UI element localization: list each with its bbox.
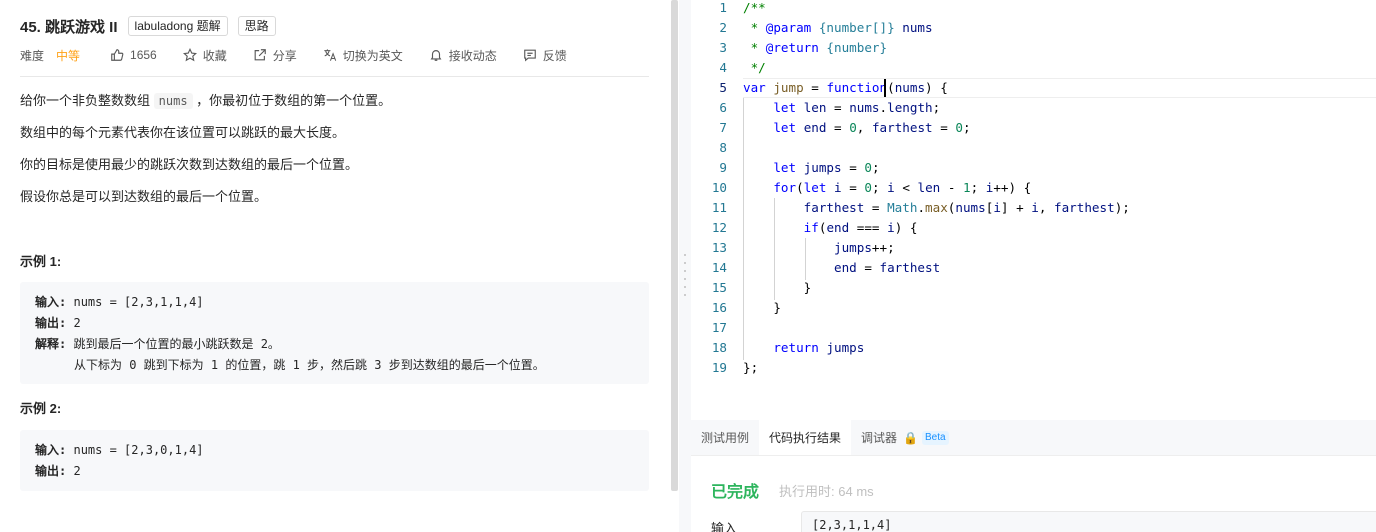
code-line: 9 let jumps = 0; bbox=[719, 160, 880, 175]
code-line-active: 5 var jump = function(nums) { bbox=[719, 80, 948, 95]
problem-title-row: 45. 跳跃游戏 II labuladong 题解 思路 bbox=[20, 14, 286, 38]
description-text: ，你最初位于数组的第一个位置。 bbox=[196, 93, 392, 108]
tag-labuladong[interactable]: labuladong 题解 bbox=[127, 16, 228, 36]
thumbs-up-icon bbox=[110, 48, 124, 62]
problem-meta-row: 难度 中等 1656 收藏 分享 切换为英文 接收动态 反馈 bbox=[20, 46, 593, 64]
problem-title: 45. 跳跃游戏 II bbox=[20, 18, 118, 36]
code-line: 19}; bbox=[711, 360, 759, 375]
input-label: 输入 bbox=[711, 521, 738, 532]
difficulty-label: 难度 bbox=[20, 48, 45, 63]
run-status: 已完成 bbox=[711, 484, 760, 501]
splitter-grip-dot bbox=[684, 294, 686, 296]
difficulty-badge: 中等 bbox=[56, 48, 81, 63]
code-line: 12 if(end === i) { bbox=[711, 220, 918, 235]
example-2-title: 示例 2: bbox=[20, 401, 62, 416]
splitter-grip-dot bbox=[684, 270, 686, 272]
feedback-button[interactable]: 反馈 bbox=[523, 47, 567, 64]
example-2-box: 输入: nums = [2,3,0,1,4] 输出: 2 bbox=[20, 430, 649, 491]
switch-language-button[interactable]: 切换为英文 bbox=[323, 47, 403, 64]
code-line: 13 jumps++; bbox=[711, 240, 895, 255]
code-line: 4 */ bbox=[719, 60, 766, 75]
code-line: 3 * @return {number} bbox=[719, 40, 888, 55]
code-line: 7 let end = 0, farthest = 0; bbox=[719, 120, 971, 135]
console-tabs: 测试用例 代码执行结果 调试器 🔒 Beta bbox=[691, 420, 1376, 456]
feedback-label: 反馈 bbox=[542, 48, 567, 63]
tab-debugger[interactable]: 调试器 🔒 Beta bbox=[851, 420, 959, 455]
problem-description-panel: 45. 跳跃游戏 II labuladong 题解 思路 难度 中等 1656 … bbox=[0, 0, 668, 532]
example-2-output: 输出: 2 bbox=[35, 464, 81, 478]
code-line: 2 * @param {number[]} nums bbox=[719, 20, 933, 35]
feedback-icon bbox=[523, 48, 537, 62]
console-panel: 测试用例 代码执行结果 调试器 🔒 Beta 已完成 执行用时: 64 ms 输… bbox=[691, 420, 1376, 532]
text-cursor bbox=[884, 79, 886, 97]
subscribe-label: 接收动态 bbox=[448, 48, 497, 63]
star-icon bbox=[182, 48, 197, 62]
favorite-label: 收藏 bbox=[202, 48, 227, 63]
like-count: 1656 bbox=[130, 48, 157, 62]
tab-testcase[interactable]: 测试用例 bbox=[691, 420, 759, 455]
example-1-input: 输入: nums = [2,3,1,1,4] bbox=[35, 295, 204, 309]
code-line: 18 return jumps bbox=[711, 340, 865, 355]
pane-splitter[interactable] bbox=[679, 0, 691, 532]
share-label: 分享 bbox=[272, 48, 297, 63]
tag-hint[interactable]: 思路 bbox=[237, 16, 276, 36]
lock-icon: 🔒 bbox=[903, 430, 918, 445]
splitter-grip-dot bbox=[684, 262, 686, 264]
code-editor[interactable]: 1/** 2 * @param {number[]} nums 3 * @ret… bbox=[691, 0, 1376, 420]
code-line: 11 farthest = Math.max(nums[i] + i, fart… bbox=[711, 200, 1130, 215]
input-value-box: [2,3,1,1,4] bbox=[801, 511, 1376, 532]
description-paragraph-2: 数组中的每个元素代表你在该位置可以跳跃的最大长度。 bbox=[20, 125, 346, 140]
description-paragraph-3: 你的目标是使用最少的跳跃次数到达数组的最后一个位置。 bbox=[20, 157, 359, 172]
code-line: 17 bbox=[711, 320, 727, 335]
example-1-title: 示例 1: bbox=[20, 254, 62, 269]
inline-code-nums: nums bbox=[153, 93, 193, 109]
divider bbox=[20, 76, 649, 77]
example-1-explanation-2: 从下标为 0 跳到下标为 1 的位置，跳 1 步，然后跳 3 步到达数组的最后一… bbox=[74, 358, 545, 372]
description-paragraph-4: 假设你总是可以到达数组的最后一个位置。 bbox=[20, 189, 268, 204]
example-2-input: 输入: nums = [2,3,0,1,4] bbox=[35, 443, 204, 457]
run-time: 执行用时: 64 ms bbox=[779, 484, 874, 499]
code-line: 1/** bbox=[719, 0, 766, 15]
example-1-output: 输出: 2 bbox=[35, 316, 81, 330]
translate-icon bbox=[323, 48, 337, 62]
splitter-grip-dot bbox=[684, 278, 686, 280]
example-1-box: 输入: nums = [2,3,1,1,4] 输出: 2 解释: 跳到最后一个位… bbox=[20, 282, 649, 384]
switch-language-label: 切换为英文 bbox=[342, 48, 403, 63]
favorite-button[interactable]: 收藏 bbox=[182, 47, 227, 64]
description-scrollbar[interactable] bbox=[671, 0, 678, 491]
code-line: 15 } bbox=[711, 280, 812, 295]
code-line: 8 bbox=[719, 140, 727, 155]
beta-badge: Beta bbox=[922, 430, 949, 445]
share-icon bbox=[253, 48, 267, 62]
code-line: 10 for(let i = 0; i < len - 1; i++) { bbox=[711, 180, 1032, 195]
like-button[interactable]: 1656 bbox=[110, 48, 157, 62]
splitter-grip-dot bbox=[684, 286, 686, 288]
code-line: 6 let len = nums.length; bbox=[719, 100, 941, 115]
splitter-grip-dot bbox=[684, 254, 686, 256]
code-line: 14 end = farthest bbox=[711, 260, 941, 275]
description-paragraph-1: 给你一个非负整数数组 nums ，你最初位于数组的第一个位置。 bbox=[20, 91, 391, 111]
share-button[interactable]: 分享 bbox=[253, 47, 297, 64]
debugger-label: 调试器 bbox=[861, 431, 898, 445]
code-line: 16 } bbox=[711, 300, 781, 315]
example-1-explanation: 解释: 跳到最后一个位置的最小跳跃数是 2。 bbox=[35, 337, 280, 351]
tab-run-result[interactable]: 代码执行结果 bbox=[759, 420, 852, 455]
bell-icon bbox=[429, 48, 443, 62]
description-text: 给你一个非负整数数组 bbox=[20, 93, 151, 108]
subscribe-button[interactable]: 接收动态 bbox=[429, 47, 497, 64]
